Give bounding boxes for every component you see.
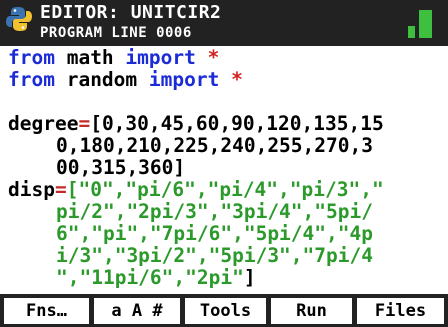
code-line-disp: disp=["0","pi/6","pi/4","pi/3"," <box>8 179 384 201</box>
disp-list-part3: 6","pi","7pi/6","5pi/4","4p <box>56 222 373 245</box>
assign-operator: = <box>54 178 67 201</box>
code-line-disp-cont: pi/2","2pi/3","3pi/4","5pi/ <box>8 201 373 223</box>
battery-icon <box>408 10 432 38</box>
disp-list-part1: ["0","pi/6","pi/4","pi/3"," <box>66 178 384 201</box>
disp-list-close: ] <box>243 266 256 289</box>
variable-degree: degree <box>8 112 79 135</box>
keyword-import: import <box>148 68 220 91</box>
code-line-disp-cont: ","11pi/6","2pi"] <box>8 267 256 289</box>
fns-softkey[interactable]: Fns… <box>4 298 89 324</box>
degree-list-part2: 0,180,210,225,240,255,270,3 <box>56 134 373 157</box>
tools-softkey[interactable]: Tools <box>185 298 266 324</box>
degree-list-part3: 00,315,360] <box>56 156 186 179</box>
editor-title: EDITOR: UNITCIR2 <box>40 2 222 23</box>
title-bar: EDITOR: UNITCIR2 PROGRAM LINE 0006 <box>0 0 448 46</box>
softkey-bar: Fns… a A # Tools Run Files <box>0 294 448 327</box>
module-name: math <box>54 46 126 69</box>
wildcard-asterisk: * <box>231 68 243 91</box>
code-line-disp-cont: 6","pi","7pi/6","5pi/4","4p <box>8 223 373 245</box>
keyword-import: import <box>125 46 196 69</box>
chars-softkey[interactable]: a A # <box>94 298 180 324</box>
disp-list-part2: pi/2","2pi/3","3pi/4","5pi/ <box>56 200 373 223</box>
code-line-degree: degree=[0,30,45,60,90,120,135,15 <box>8 113 384 135</box>
code-line-degree-cont: 0,180,210,225,240,255,270,3 <box>8 135 373 157</box>
code-line-disp-cont: i/3","3pi/2","5pi/3","7pi/4 <box>8 245 373 267</box>
wildcard-asterisk: * <box>207 46 220 69</box>
code-line-import-math: from math import * <box>8 47 219 69</box>
python-logo-icon <box>6 7 32 31</box>
disp-list-part5: ","11pi/6","2pi" <box>56 266 244 289</box>
degree-list-part1: [0,30,45,60,90,120,135,15 <box>90 112 384 135</box>
code-line-degree-cont: 00,315,360] <box>8 157 185 179</box>
keyword-from: from <box>8 46 55 69</box>
code-editor[interactable]: from math import * from random import * … <box>0 46 448 294</box>
run-softkey[interactable]: Run <box>271 298 352 324</box>
files-softkey[interactable]: Files <box>357 298 444 324</box>
module-name: random <box>54 68 149 91</box>
disp-list-part4: i/3","3pi/2","5pi/3","7pi/4 <box>56 244 373 267</box>
code-line-import-random: from random import * <box>8 69 243 91</box>
variable-disp: disp <box>8 178 55 201</box>
assign-operator: = <box>78 112 91 135</box>
program-line-indicator: PROGRAM LINE 0006 <box>40 25 192 41</box>
keyword-from: from <box>8 68 55 91</box>
calculator-screen: EDITOR: UNITCIR2 PROGRAM LINE 0006 from … <box>0 0 448 327</box>
